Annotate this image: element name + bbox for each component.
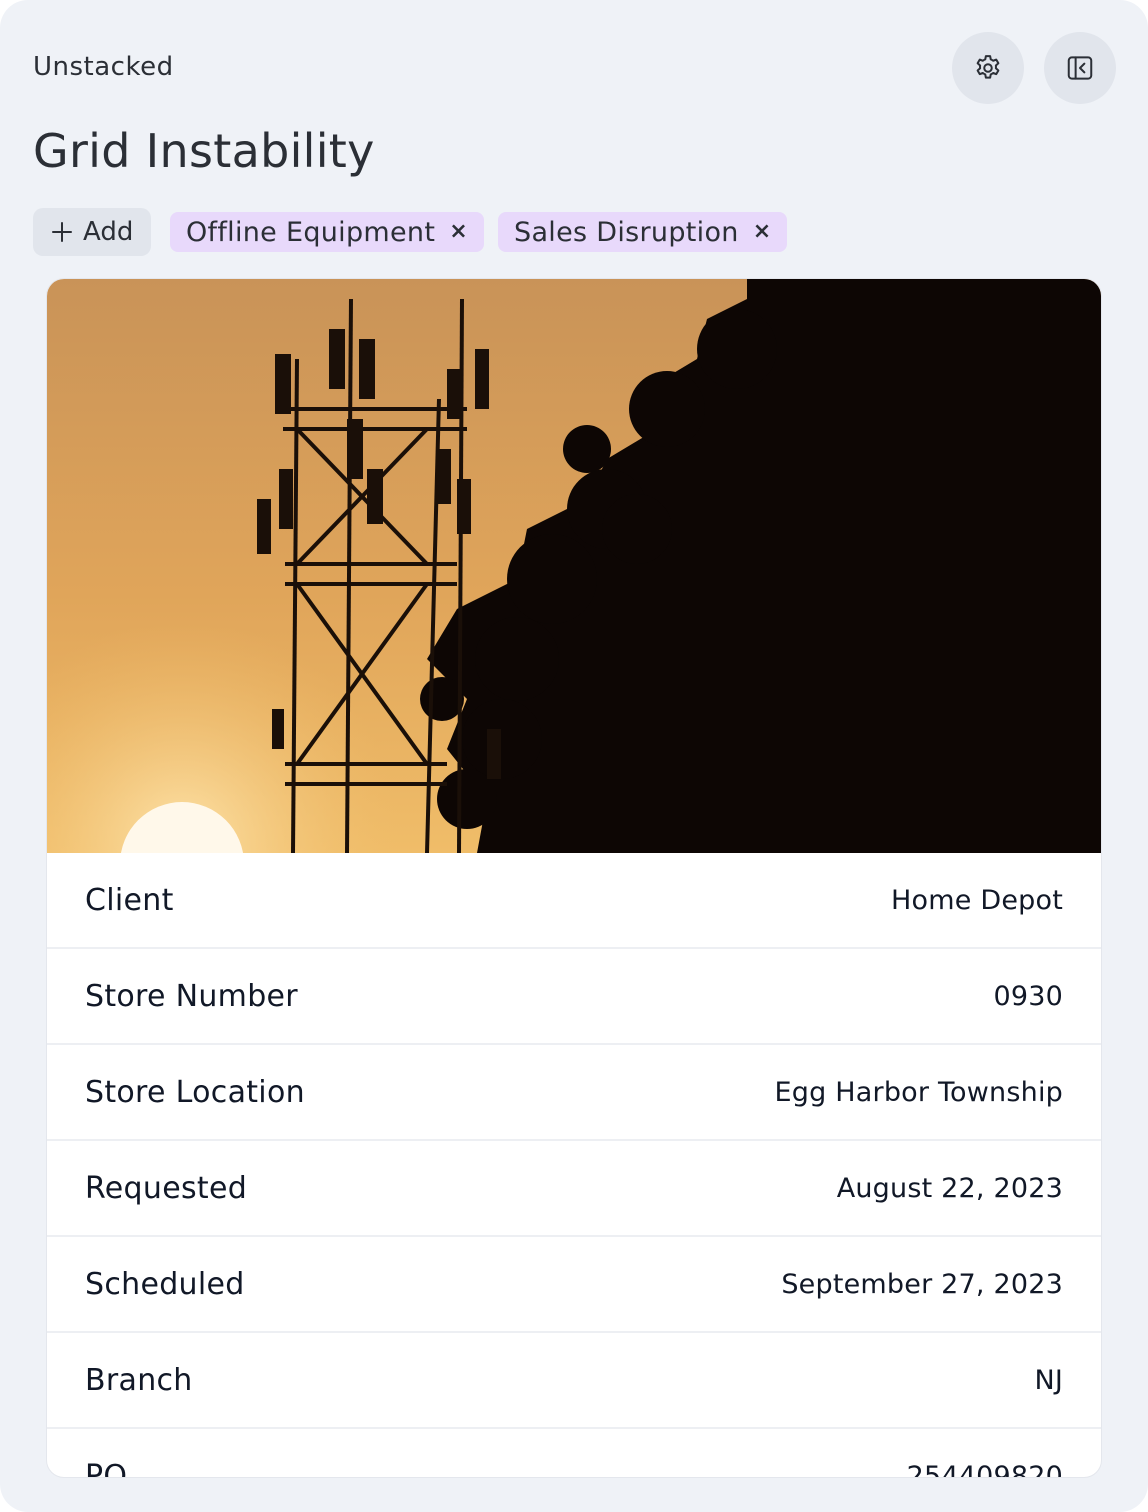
tag-label: Offline Equipment	[186, 216, 436, 248]
detail-row-requested: Requested August 22, 2023	[47, 1141, 1101, 1237]
detail-label: Requested	[85, 1170, 248, 1206]
remove-tag-icon[interactable]: ×	[449, 221, 468, 243]
detail-row-branch: Branch NJ	[47, 1333, 1101, 1429]
page-title: Grid Instability	[33, 124, 375, 178]
detail-row-client: Client Home Depot	[47, 853, 1101, 949]
details-card: Client Home Depot Store Number 0930 Stor…	[46, 278, 1102, 1478]
detail-label: Scheduled	[85, 1266, 245, 1302]
plus-icon	[52, 222, 72, 242]
tag-sales-disruption: Sales Disruption ×	[498, 212, 788, 252]
tag-offline-equipment: Offline Equipment ×	[170, 212, 484, 252]
detail-value: August 22, 2023	[836, 1172, 1063, 1204]
remove-tag-icon[interactable]: ×	[753, 221, 772, 243]
detail-label: Branch	[85, 1362, 193, 1398]
detail-label: PO	[85, 1458, 128, 1478]
detail-value: September 27, 2023	[781, 1268, 1063, 1300]
detail-value: NJ	[1034, 1364, 1063, 1396]
gear-icon	[976, 55, 1000, 79]
sidebar-toggle-button[interactable]	[1044, 32, 1116, 104]
detail-label: Store Number	[85, 978, 298, 1014]
detail-label: Store Location	[85, 1074, 305, 1110]
add-tag-label: Add	[83, 217, 134, 247]
detail-row-po: PO 254409820	[47, 1429, 1101, 1478]
detail-value: Home Depot	[891, 884, 1063, 916]
detail-row-store-number: Store Number 0930	[47, 949, 1101, 1045]
settings-button[interactable]	[952, 32, 1024, 104]
add-tag-button[interactable]: Add	[33, 208, 152, 256]
sidebar-collapse-icon	[1067, 56, 1093, 80]
hero-image-cell-tower-sunset	[47, 279, 1101, 853]
detail-value: Egg Harbor Township	[774, 1076, 1063, 1108]
detail-value: 0930	[993, 980, 1063, 1012]
detail-row-scheduled: Scheduled September 27, 2023	[47, 1237, 1101, 1333]
detail-label: Client	[85, 882, 174, 918]
detail-value: 254409820	[906, 1460, 1063, 1478]
breadcrumb[interactable]: Unstacked	[33, 52, 174, 82]
tag-label: Sales Disruption	[514, 216, 739, 248]
detail-row-store-location: Store Location Egg Harbor Township	[47, 1045, 1101, 1141]
detail-panel: Unstacked Grid Instability Add Offline E…	[0, 0, 1148, 1512]
